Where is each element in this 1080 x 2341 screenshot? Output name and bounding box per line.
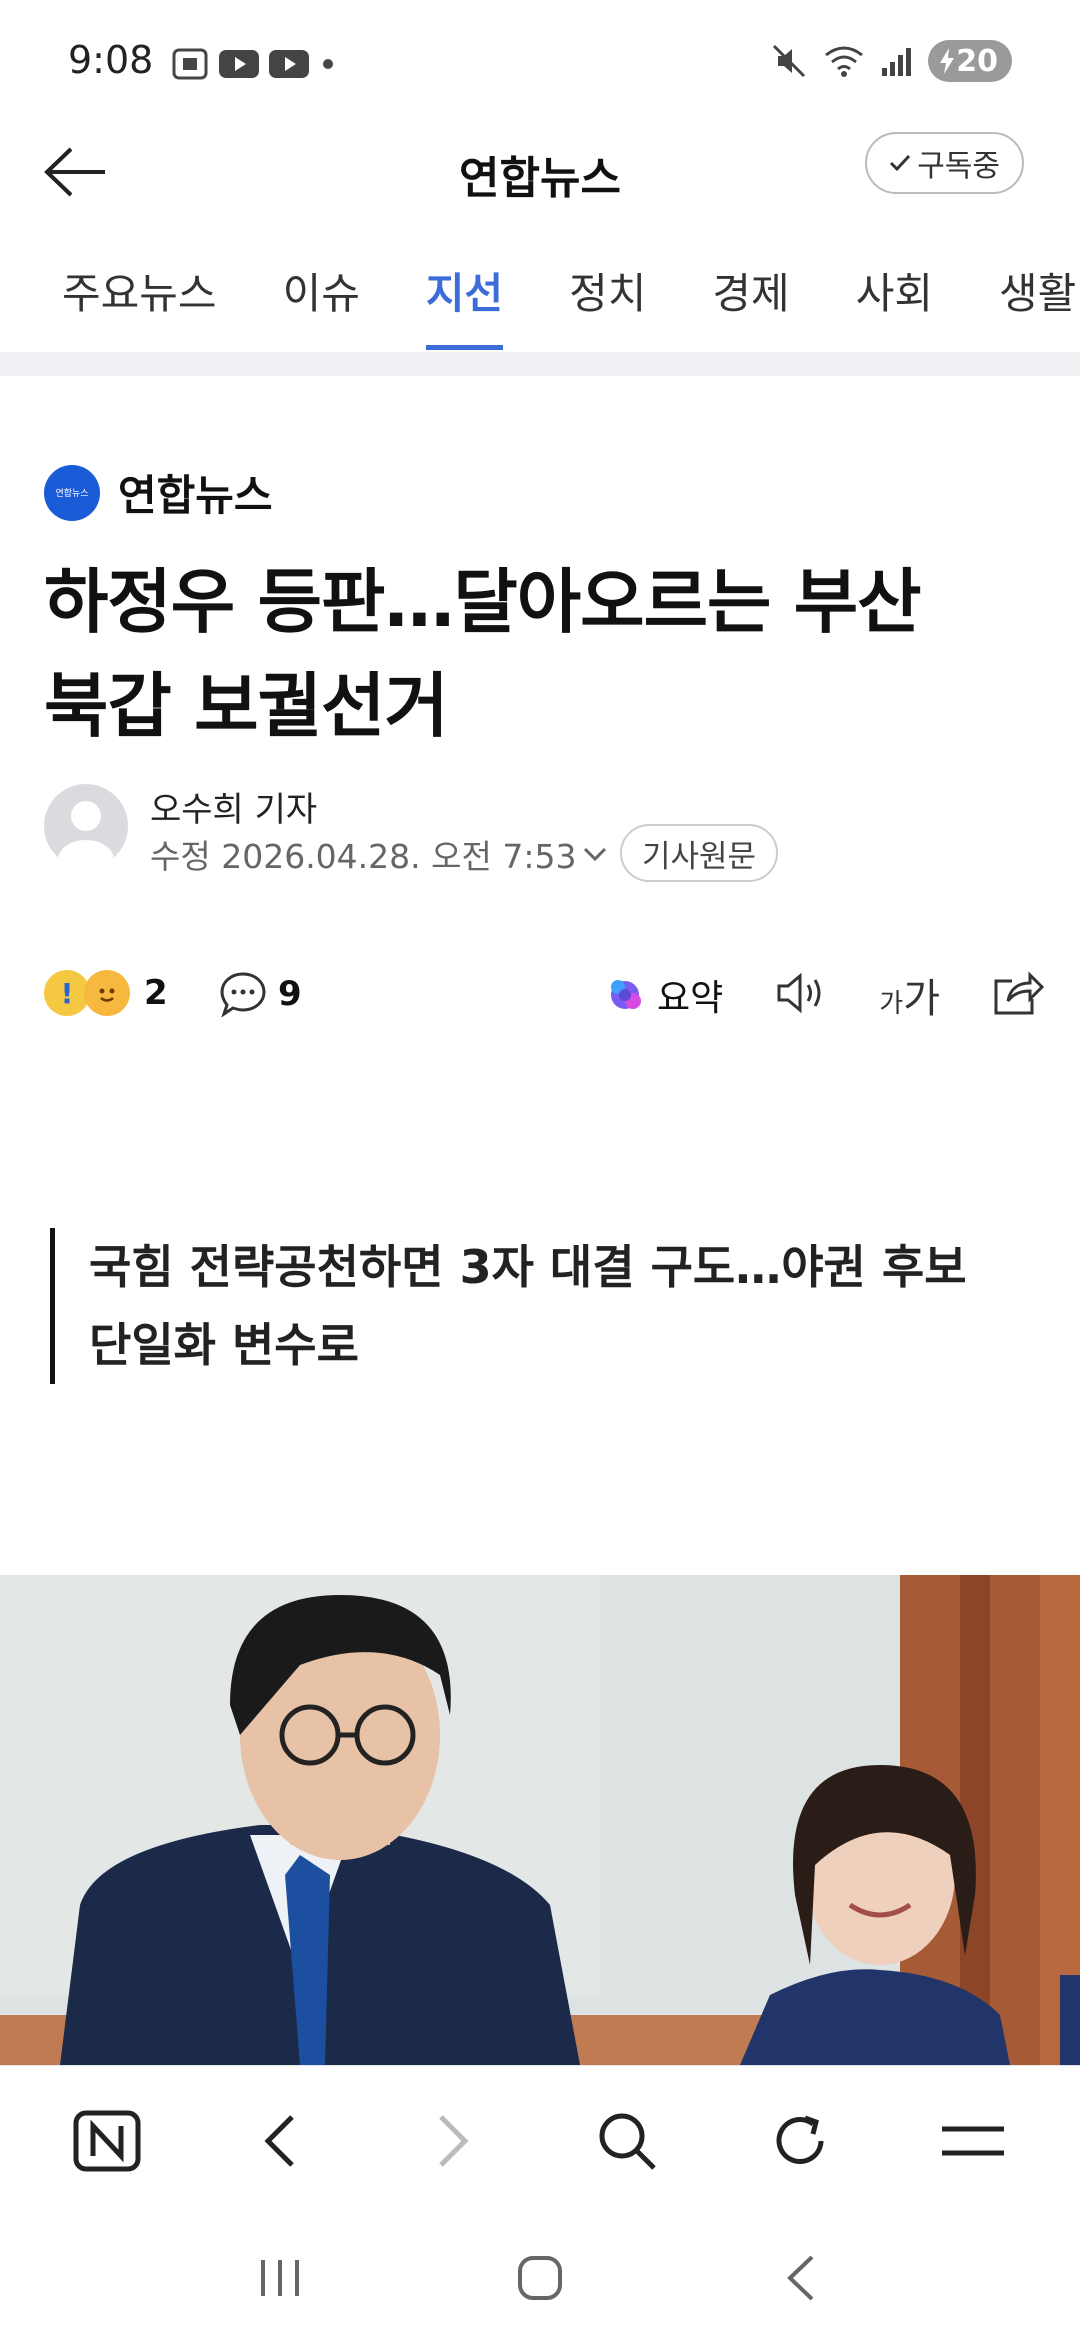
font-size-small-label: 가: [879, 989, 904, 1019]
modified-date[interactable]: 수정 2026.04.28. 오전 7:53: [150, 830, 608, 878]
notification-icons: [170, 46, 338, 82]
love-emoji-icon: [84, 970, 130, 1016]
system-navigation-bar: [0, 2215, 1080, 2341]
chevron-left-icon: [264, 2114, 294, 2167]
article-actions: ! 2 9 요약 가가: [44, 962, 1045, 1032]
summary-label: 요약: [657, 978, 724, 1019]
home-button[interactable]: [490, 2233, 590, 2323]
photo-illustration: [0, 1575, 1080, 2065]
summary-button[interactable]: 요약: [603, 969, 723, 1021]
headline-line: 하정우 등판…달아오르는 부산: [44, 561, 922, 643]
comment-icon: [220, 972, 266, 1018]
reaction-count: 2: [144, 973, 168, 1013]
tab-life[interactable]: 생활: [999, 240, 1076, 352]
chevron-right-icon: [439, 2114, 469, 2167]
back-icon: [787, 2255, 814, 2301]
comments-button[interactable]: 9: [218, 970, 302, 1018]
person-icon: [58, 801, 114, 868]
article-tools: 요약 가가: [603, 966, 1045, 1024]
tab-issue[interactable]: 이슈: [283, 240, 360, 352]
check-icon: [890, 154, 911, 172]
subscribe-label: 구독중: [917, 149, 1000, 184]
browser-forward-button[interactable]: [403, 2091, 503, 2191]
reporter-name[interactable]: 오수희 기자: [150, 782, 317, 831]
text-to-speech-button[interactable]: [773, 971, 829, 1019]
category-tabs: 주요뉴스 이슈 지선 정치 경제 사회 생활: [0, 240, 1080, 352]
battery-indicator: 20: [928, 40, 1012, 82]
status-time: 9:08: [68, 38, 154, 82]
font-size-button[interactable]: 가가: [879, 966, 940, 1024]
menu-icon: [942, 2126, 1005, 2155]
system-icons: 20: [770, 40, 1012, 82]
article-photo[interactable]: [0, 1575, 1080, 2065]
comment-count: 9: [278, 974, 302, 1014]
speaker-icon: [777, 972, 821, 1014]
status-bar: 9:08 20: [0, 0, 1080, 120]
search-button[interactable]: [577, 2091, 677, 2191]
home-icon: [518, 2256, 562, 2300]
naver-n-icon: [73, 2110, 141, 2171]
charging-icon: [940, 48, 955, 74]
recent-apps-button[interactable]: [230, 2233, 330, 2323]
browser-back-button[interactable]: [230, 2091, 330, 2191]
tab-politics[interactable]: 정치: [569, 240, 646, 352]
app-bar: 연합뉴스 구독중: [0, 120, 1080, 225]
refresh-icon: [776, 2115, 824, 2164]
ai-sparkle-icon: [611, 980, 642, 1009]
signal-icon: [882, 48, 912, 76]
tab-economy[interactable]: 경제: [712, 240, 789, 352]
mute-icon: [773, 44, 806, 78]
menu-button[interactable]: [923, 2091, 1023, 2191]
press-info[interactable]: 연합뉴스 연합뉴스: [44, 462, 273, 523]
battery-level: 20: [956, 43, 998, 79]
wifi-icon: [825, 46, 864, 77]
subscribe-button[interactable]: 구독중: [865, 132, 1024, 194]
search-icon: [599, 2113, 656, 2170]
press-logo: 연합뉴스: [44, 464, 100, 521]
system-back-button[interactable]: [750, 2233, 850, 2323]
reactions[interactable]: ! 2: [44, 970, 168, 1016]
chevron-down-icon: [584, 847, 607, 862]
youtube-icon: [219, 50, 259, 78]
reporter-avatar[interactable]: [44, 784, 128, 868]
original-article-button[interactable]: 기사원문: [620, 824, 779, 882]
article-headline: 하정우 등판…달아오르는 부산 북갑 보궐선거: [44, 550, 1044, 758]
refresh-button[interactable]: [750, 2091, 850, 2191]
naver-home-button[interactable]: [57, 2091, 157, 2191]
tab-society[interactable]: 사회: [856, 240, 933, 352]
modified-date-text: 수정 2026.04.28. 오전 7:53: [150, 837, 577, 876]
more-notifications-icon: [323, 59, 333, 69]
tab-local-election[interactable]: 지선: [425, 240, 504, 352]
headline-line: 북갑 보궐선거: [44, 665, 449, 747]
tab-main-news[interactable]: 주요뉴스: [62, 240, 217, 352]
share-icon: [994, 971, 1045, 1015]
browser-toolbar: [0, 2065, 1080, 2215]
divider: [0, 352, 1080, 376]
screenshot-icon: [172, 48, 208, 80]
press-name: 연합뉴스: [118, 471, 273, 520]
font-size-large-label: 가: [903, 976, 940, 1022]
byline: 오수희 기자 수정 2026.04.28. 오전 7:53 기사원문: [44, 782, 1044, 882]
recent-apps-icon: [261, 2260, 299, 2296]
youtube-icon: [269, 50, 309, 78]
article-subheadline: 국힘 전략공천하면 3자 대결 구도…야권 후보 단일화 변수로: [50, 1228, 1010, 1384]
share-button[interactable]: [990, 969, 1045, 1021]
